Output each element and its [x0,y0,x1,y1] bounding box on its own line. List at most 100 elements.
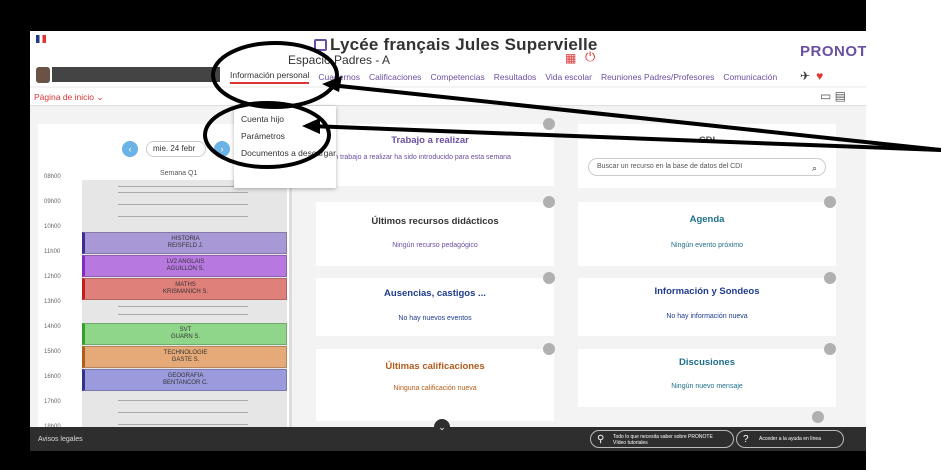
card-ausencias[interactable]: Ausencias, castigos ... No hay nuevos ev… [316,272,555,336]
hour-label: 14h00 [44,324,61,330]
hour-label: 13h00 [44,299,61,305]
hour-label: 16h00 [44,374,61,380]
browser-frame: Lycée français Jules Supervielle Espacio… [30,31,866,451]
page-subtitle: Espacio Padres - A [288,53,391,67]
hour-label: 08h00 [44,174,61,180]
slot-line [118,192,248,193]
home-page-selector[interactable]: Página de inicio ⌄ [34,92,104,103]
search-icon[interactable]: ⌕ [812,160,817,176]
lesson-subject: SVT [179,327,192,333]
date-navigator: ‹ mie. 24 febr › [122,141,230,157]
lesson-teacher: GASTE S. [171,357,200,363]
nav-resultados[interactable]: Resultados [494,72,537,82]
lesson-block[interactable]: LV2 ANGLAIS AGUILLON S. [82,255,287,277]
nav-icons: ✈ ♥ [800,69,823,83]
lesson-subject: LV2 ANGLAIS [166,259,205,265]
hour-label: 11h00 [44,249,61,255]
grid-icon[interactable]: ▦ [565,51,576,65]
heart-icon[interactable]: ♥ [816,69,823,83]
cdi-search-placeholder: Buscar un recurso en la base de datos de… [597,163,743,170]
nav-cuadernos[interactable]: Cuadernos [318,72,360,82]
card-info[interactable]: Información y Sondeos No hay información… [578,272,836,336]
settings-badge-icon[interactable] [812,411,824,423]
chevron-down-icon[interactable]: ⌄ [434,419,450,435]
page-title: Lycée français Jules Supervielle [330,35,598,54]
card-discusiones[interactable]: Discusiones Ningún nuevo mensaje [578,343,836,407]
avatar[interactable] [36,67,50,83]
card-trabajo[interactable]: Trabajo a realizar Ningún trabajo a real… [306,118,555,186]
header: Lycée français Jules Supervielle Espacio… [30,31,866,86]
week-label: Semana Q1 [160,170,198,177]
online-help-label: Acceder a la ayuda en línea [759,436,821,442]
schedule-grid: HISTORIA REISFELD J. LV2 ANGLAIS AGUILLO… [82,180,287,445]
slot-line [118,216,248,217]
power-icon[interactable]: ⏻ [585,49,595,65]
slot-line [118,186,248,187]
layout-icons[interactable]: ▭ ▤ [820,89,846,103]
nav-informacion-personal[interactable]: Información personal [230,70,310,84]
nav-calificaciones[interactable]: Calificaciones [369,72,421,82]
date-picker[interactable]: mie. 24 febr [146,141,206,157]
schedule-scrollbar[interactable] [289,180,292,445]
card-recursos[interactable]: Últimos recursos didácticos Ningún recur… [316,196,555,266]
slot-line [118,412,248,413]
nav-competencias[interactable]: Competencias [430,72,484,82]
hour-label: 09h00 [44,199,61,205]
lesson-block[interactable]: MATHS KRISMANICH S. [82,278,287,300]
info-personal-dropdown: Cuenta hijo Parámetros Documentos a desc… [234,106,336,188]
video-tutorials-button[interactable]: ⚲ Todo lo que necesita saber sobre PRONO… [590,430,734,448]
nav-comunicacion[interactable]: Comunicación [723,72,777,82]
lesson-subject: TECHNOLOGIE [163,350,208,356]
brand-logo: PRONOTE [800,43,866,60]
card-trabajo-text: Ningún trabajo a realizar ha sido introd… [316,154,511,161]
slot-line [118,424,248,425]
card-discusiones-title: Discusiones [679,357,735,368]
next-day-icon[interactable]: › [214,141,230,157]
lesson-teacher: KRISMANICH S. [162,289,208,295]
card-agenda[interactable]: Agenda Ningún evento próximo [578,196,836,266]
lesson-teacher: REISFELD J. [167,243,204,249]
settings-badge-icon[interactable] [543,272,555,284]
prev-day-icon[interactable]: ‹ [122,141,138,157]
hour-label: 10h00 [44,224,61,230]
nav-reuniones[interactable]: Reuniones Padres/Profesores [601,72,714,82]
card-recursos-text: Ningún recurso pedagógico [392,242,478,249]
menu-item-cuenta-hijo[interactable]: Cuenta hijo [241,114,284,124]
settings-badge-icon[interactable] [824,196,836,208]
main-nav: Información personal Cuadernos Calificac… [230,69,777,85]
settings-badge-icon[interactable] [543,196,555,208]
online-help-button[interactable]: ? Acceder a la ayuda en línea [736,430,844,448]
card-recursos-title: Últimos recursos didácticos [371,216,499,227]
lesson-subject: HISTORIA [171,236,200,242]
lesson-block[interactable]: SVT GUARN S. [82,323,287,345]
footer-bar: Avisos legales ⌄ ⚲ Todo lo que necesita … [30,419,866,451]
card-calificaciones[interactable]: Últimas calificaciones Ninguna calificac… [316,343,555,421]
lightbulb-icon: ⚲ [597,434,605,445]
school-icon [314,39,327,51]
settings-badge-icon[interactable] [543,343,555,355]
card-ausencias-title: Ausencias, castigos ... [384,288,486,299]
settings-badge-icon[interactable] [824,343,836,355]
lesson-block[interactable]: GEOGRAFIA BENTANCOR C. [82,369,287,391]
settings-badge-icon[interactable] [824,272,836,284]
right-margin [866,0,941,470]
settings-badge-icon[interactable] [543,118,555,130]
card-discusiones-text: Ningún nuevo mensaje [671,383,743,390]
lesson-block[interactable]: HISTORIA REISFELD J. [82,232,287,254]
menu-item-parametros[interactable]: Parámetros [241,131,285,141]
lesson-block[interactable]: TECHNOLOGIE GASTE S. [82,346,287,368]
user-name-bar [52,67,220,82]
nav-vida-escolar[interactable]: Vida escolar [545,72,592,82]
slot-line [118,314,248,315]
help-icon: ? [743,434,749,445]
send-icon[interactable]: ✈ [800,69,810,83]
menu-item-documentos[interactable]: Documentos a descargar [241,148,336,158]
lesson-teacher: BENTANCOR C. [163,380,208,386]
slot-line [118,306,248,307]
cdi-search-input[interactable]: Buscar un recurso en la base de datos de… [588,158,826,176]
bottom-strip [0,451,866,470]
school-logo [36,35,78,61]
legal-link[interactable]: Avisos legales [38,436,83,443]
lesson-subject: MATHS [175,282,196,288]
lesson-teacher: AGUILLON S. [166,266,205,272]
